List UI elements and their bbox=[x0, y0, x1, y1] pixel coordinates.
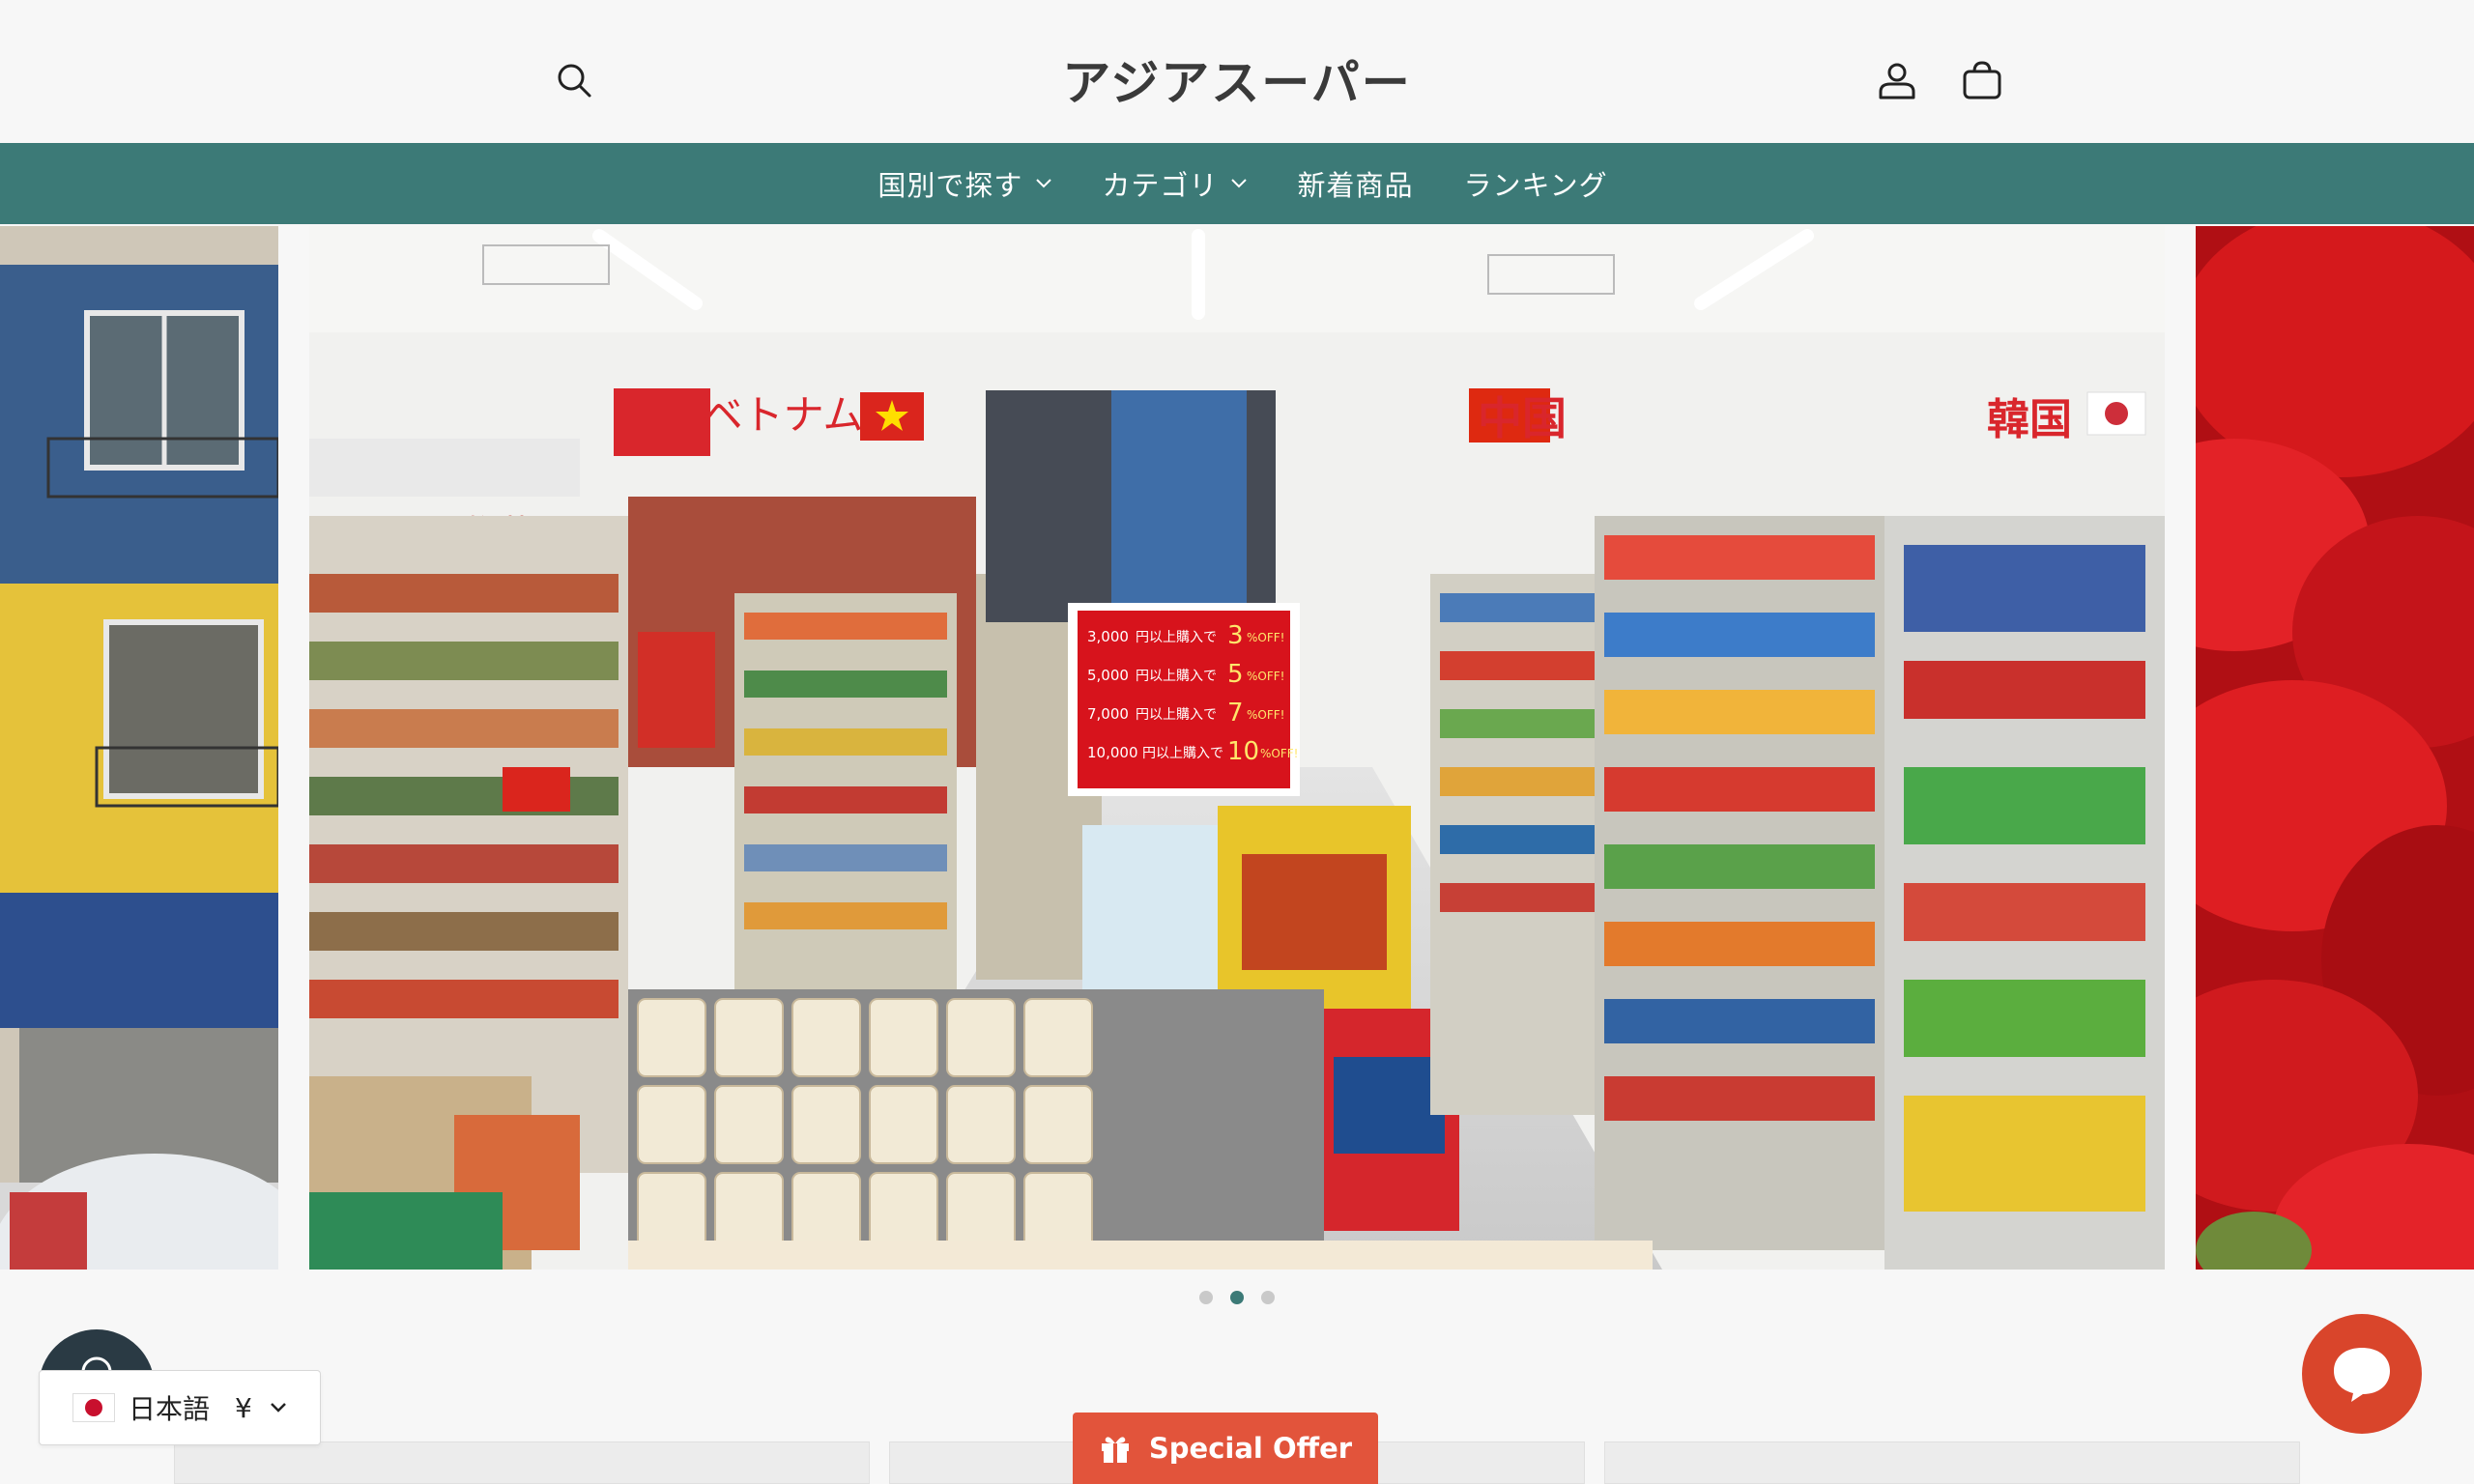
nav-item-label: カテゴリ bbox=[1102, 169, 1219, 202]
nav-item-new[interactable]: 新着商品 bbox=[1297, 163, 1413, 204]
discount-off-3: %OFF! bbox=[1247, 708, 1284, 722]
special-offer-button[interactable]: Special Offer bbox=[1073, 1413, 1378, 1484]
site-header: アジアスーパー bbox=[0, 0, 2474, 143]
language-label: 日本語 bbox=[129, 1393, 211, 1425]
carousel-dot-3[interactable] bbox=[1261, 1291, 1275, 1304]
chevron-down-icon bbox=[1036, 179, 1052, 188]
account-icon[interactable] bbox=[1862, 45, 1932, 115]
carousel-dots bbox=[0, 1291, 2474, 1304]
sign-vietnam: ベトナム bbox=[703, 391, 864, 439]
discount-off-1: %OFF! bbox=[1247, 631, 1284, 644]
discount-pct-3: 7 bbox=[1227, 699, 1244, 728]
discount-pct-2: 5 bbox=[1227, 660, 1244, 689]
main-nav: 国別で探す カテゴリ 新着商品 ランキング bbox=[0, 143, 2474, 224]
cart-icon[interactable] bbox=[1947, 45, 2017, 115]
sign-china: 中国 bbox=[1478, 392, 1567, 444]
discount-pct-1: 3 bbox=[1227, 621, 1244, 650]
carousel-slide-prev[interactable] bbox=[0, 226, 278, 1270]
nav-item-label: 新着商品 bbox=[1297, 169, 1414, 202]
carousel-dot-2[interactable] bbox=[1230, 1291, 1244, 1304]
nav-item-ranking[interactable]: ランキング bbox=[1463, 163, 1607, 204]
nav-item-category[interactable]: カテゴリ bbox=[1102, 163, 1248, 204]
site-title[interactable]: アジアスーパー bbox=[0, 44, 2474, 114]
discount-off-4: %OFF! bbox=[1260, 747, 1298, 760]
discount-amount-1: 3,000 bbox=[1087, 628, 1129, 645]
discount-text-1: 円以上購入で bbox=[1136, 630, 1217, 645]
japan-flag-icon bbox=[72, 1393, 115, 1422]
discount-text-4: 円以上購入で bbox=[1142, 746, 1223, 761]
discount-amount-4: 10,000 bbox=[1087, 744, 1138, 761]
discount-text-2: 円以上購入で bbox=[1136, 669, 1217, 684]
discount-off-2: %OFF! bbox=[1247, 670, 1284, 683]
sign-korea: 韓国 bbox=[1987, 395, 2072, 444]
carousel-dot-1[interactable] bbox=[1199, 1291, 1213, 1304]
product-card[interactable] bbox=[1604, 1441, 2300, 1484]
discount-pct-4: 10 bbox=[1227, 737, 1259, 766]
discount-amount-3: 7,000 bbox=[1087, 705, 1129, 723]
nav-item-label: ランキング bbox=[1463, 169, 1608, 202]
discount-amount-2: 5,000 bbox=[1087, 667, 1129, 684]
chevron-down-icon bbox=[270, 1403, 286, 1413]
chevron-down-icon bbox=[1231, 179, 1248, 188]
product-card[interactable] bbox=[174, 1441, 870, 1484]
nav-item-country[interactable]: 国別で探す bbox=[877, 163, 1052, 204]
carousel-slide-active[interactable]: ベトナム 中国 韓国 惣菜 bbox=[309, 226, 2165, 1270]
carousel-slide-next[interactable] bbox=[2196, 226, 2474, 1270]
gift-icon bbox=[1101, 1437, 1129, 1463]
chat-bubble-icon bbox=[2334, 1348, 2390, 1402]
currency-label: ¥ bbox=[235, 1391, 252, 1424]
special-offer-label: Special Offer bbox=[1148, 1432, 1353, 1465]
nav-item-label: 国別で探す bbox=[877, 169, 1023, 202]
hero-carousel[interactable]: ベトナム 中国 韓国 惣菜 bbox=[0, 226, 2474, 1270]
discount-text-3: 円以上購入で bbox=[1136, 707, 1217, 723]
language-currency-selector[interactable]: 日本語 ¥ bbox=[39, 1370, 321, 1445]
chat-button[interactable] bbox=[2302, 1314, 2422, 1434]
